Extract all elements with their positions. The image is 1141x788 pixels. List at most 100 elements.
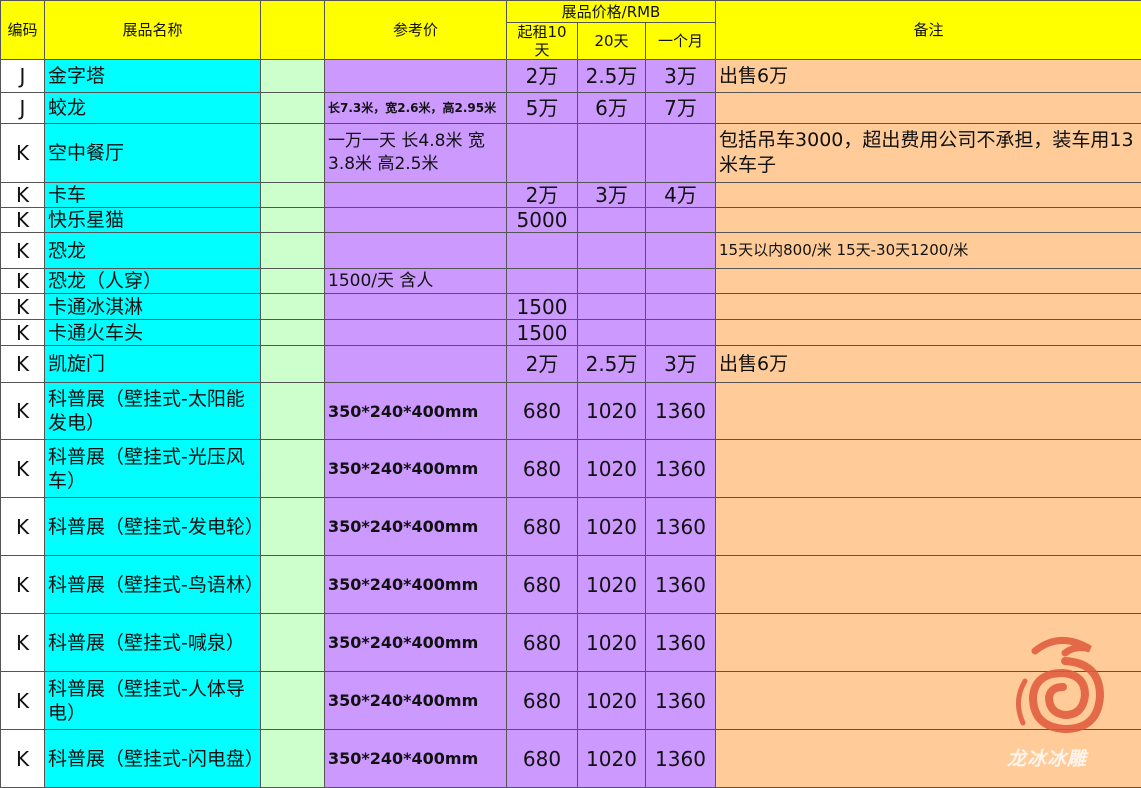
cell-note: [716, 614, 1141, 672]
cell-ref: [325, 208, 507, 233]
cell-name: 恐龙: [45, 233, 261, 269]
cell-name: 科普展（壁挂式-喊泉）: [45, 614, 261, 672]
header-ref: 参考价: [325, 1, 507, 60]
table-row: K恐龙（人穿）1500/天 含人: [1, 269, 1141, 294]
cell-blank: [261, 124, 325, 183]
cell-ref: 350*240*400mm: [325, 383, 507, 440]
cell-price-20d: 1020: [578, 383, 646, 440]
table-row: K卡车2万3万4万: [1, 183, 1141, 208]
header-blank: [261, 1, 325, 60]
cell-code: K: [1, 672, 45, 730]
cell-ref: 350*240*400mm: [325, 440, 507, 498]
header-price-group: 展品价格/RMB: [507, 1, 716, 23]
cell-name: 科普展（壁挂式-光压风车）: [45, 440, 261, 498]
cell-price-10d: 680: [507, 383, 578, 440]
cell-name: 蛟龙: [45, 93, 261, 124]
cell-price-10d: 1500: [507, 320, 578, 346]
cell-blank: [261, 294, 325, 320]
table-row: K科普展（壁挂式-太阳能发电）350*240*400mm68010201360: [1, 383, 1141, 440]
table-row: J金字塔2万2.5万3万出售6万: [1, 60, 1141, 93]
cell-blank: [261, 614, 325, 672]
cell-price-1m: 1360: [646, 440, 716, 498]
cell-price-10d: 2万: [507, 183, 578, 208]
cell-price-20d: [578, 294, 646, 320]
cell-price-20d: [578, 208, 646, 233]
header-p2: 20天: [578, 23, 646, 60]
header-note: 备注: [716, 1, 1141, 60]
header-p1: 起租10天: [507, 23, 578, 60]
cell-note: [716, 93, 1141, 124]
cell-price-20d: 3万: [578, 183, 646, 208]
cell-ref: 长7.3米，宽2.6米，高2.95米: [325, 93, 507, 124]
cell-code: K: [1, 183, 45, 208]
cell-blank: [261, 60, 325, 93]
cell-price-10d: 1500: [507, 294, 578, 320]
cell-price-1m: 1360: [646, 383, 716, 440]
cell-price-20d: [578, 320, 646, 346]
cell-blank: [261, 233, 325, 269]
cell-ref: 350*240*400mm: [325, 498, 507, 556]
cell-price-20d: [578, 233, 646, 269]
cell-note: [716, 556, 1141, 614]
cell-code: K: [1, 233, 45, 269]
table-row: K科普展（壁挂式-鸟语林）350*240*400mm68010201360: [1, 556, 1141, 614]
cell-price-20d: [578, 124, 646, 183]
table-row: K科普展（壁挂式-发电轮）350*240*400mm68010201360: [1, 498, 1141, 556]
cell-code: K: [1, 346, 45, 383]
cell-code: J: [1, 93, 45, 124]
header-name: 展品名称: [45, 1, 261, 60]
table-row: K凯旋门2万2.5万3万出售6万: [1, 346, 1141, 383]
cell-code: K: [1, 320, 45, 346]
cell-name: 科普展（壁挂式-人体导电）: [45, 672, 261, 730]
cell-name: 恐龙（人穿）: [45, 269, 261, 294]
cell-code: J: [1, 60, 45, 93]
cell-note: [716, 269, 1141, 294]
cell-price-10d: 680: [507, 498, 578, 556]
price-table: 编码 展品名称 参考价 展品价格/RMB 备注 起租10天 20天 一个月 J金…: [0, 0, 1141, 788]
cell-ref: 350*240*400mm: [325, 672, 507, 730]
cell-note: [716, 208, 1141, 233]
cell-price-10d: 680: [507, 440, 578, 498]
cell-name: 快乐星猫: [45, 208, 261, 233]
table-row: K卡通冰淇淋1500: [1, 294, 1141, 320]
cell-name: 卡车: [45, 183, 261, 208]
cell-name: 科普展（壁挂式-发电轮）: [45, 498, 261, 556]
cell-note: [716, 383, 1141, 440]
cell-price-1m: [646, 269, 716, 294]
cell-price-1m: 7万: [646, 93, 716, 124]
cell-price-1m: [646, 294, 716, 320]
cell-ref: 一万一天 长4.8米 宽3.8米 高2.5米: [325, 124, 507, 183]
cell-price-1m: 1360: [646, 672, 716, 730]
cell-ref: 1500/天 含人: [325, 269, 507, 294]
cell-blank: [261, 208, 325, 233]
cell-blank: [261, 498, 325, 556]
cell-code: K: [1, 498, 45, 556]
cell-code: K: [1, 614, 45, 672]
cell-ref: [325, 233, 507, 269]
cell-ref: [325, 294, 507, 320]
cell-price-1m: [646, 233, 716, 269]
header-code: 编码: [1, 1, 45, 60]
cell-price-10d: [507, 269, 578, 294]
cell-price-10d: [507, 233, 578, 269]
cell-note: 15天以内800/米 15天-30天1200/米: [716, 233, 1141, 269]
cell-blank: [261, 556, 325, 614]
cell-blank: [261, 440, 325, 498]
cell-price-20d: 2.5万: [578, 346, 646, 383]
cell-price-20d: [578, 269, 646, 294]
cell-code: K: [1, 294, 45, 320]
cell-name: 空中餐厅: [45, 124, 261, 183]
cell-price-1m: [646, 124, 716, 183]
cell-price-20d: 1020: [578, 556, 646, 614]
cell-note: [716, 672, 1141, 730]
cell-note: [716, 294, 1141, 320]
cell-code: K: [1, 208, 45, 233]
cell-price-10d: 2万: [507, 346, 578, 383]
cell-price-10d: [507, 124, 578, 183]
cell-price-20d: 2.5万: [578, 60, 646, 93]
cell-note: 出售6万: [716, 60, 1141, 93]
cell-note: [716, 183, 1141, 208]
cell-ref: [325, 320, 507, 346]
header-p3: 一个月: [646, 23, 716, 60]
cell-price-20d: 6万: [578, 93, 646, 124]
